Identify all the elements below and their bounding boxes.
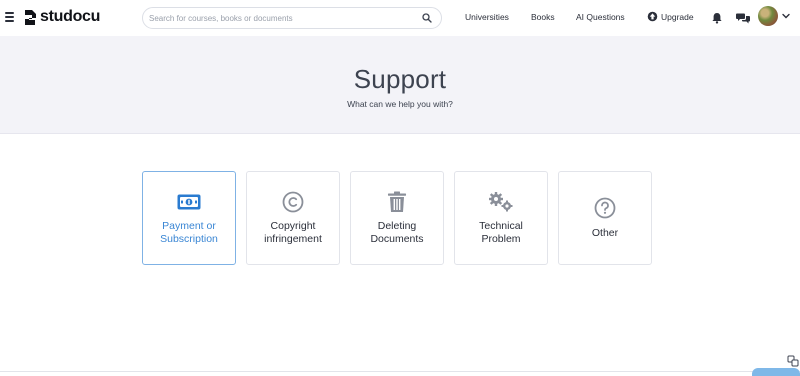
category-label: Deleting Documents xyxy=(370,220,424,245)
nav-ai-questions-link[interactable]: AI Questions xyxy=(576,12,625,22)
chat-icon[interactable] xyxy=(736,12,750,24)
upgrade-link[interactable]: Upgrade xyxy=(647,11,694,22)
support-hero: Support What can we help you with? xyxy=(0,36,800,134)
category-copyright-card[interactable]: Copyright infringement xyxy=(246,171,340,265)
category-other-card[interactable]: Other xyxy=(558,171,652,265)
footer-divider xyxy=(0,371,800,372)
category-technical-card[interactable]: Technical Problem xyxy=(454,171,548,265)
search-bar[interactable] xyxy=(142,7,442,29)
bell-icon[interactable] xyxy=(711,12,723,24)
chevron-down-icon[interactable] xyxy=(782,13,790,19)
translate-icon[interactable] xyxy=(787,355,799,367)
page-subtitle: What can we help you with? xyxy=(347,99,453,109)
upgrade-icon xyxy=(647,11,658,22)
question-icon xyxy=(559,197,651,219)
category-payment-card[interactable]: Payment or Subscription xyxy=(142,171,236,265)
nav-books-link[interactable]: Books xyxy=(531,12,555,22)
logo-text: studocu xyxy=(40,8,101,25)
top-navigation-bar: studocu Universities Books AI Questions … xyxy=(0,0,800,36)
logo[interactable]: studocu xyxy=(23,8,100,26)
search-input[interactable] xyxy=(143,8,403,29)
page-title: Support xyxy=(353,64,447,94)
trash-icon xyxy=(351,191,443,213)
gears-icon xyxy=(455,191,547,213)
category-label: Technical Problem xyxy=(479,220,523,245)
upgrade-label: Upgrade xyxy=(661,11,694,22)
user-avatar[interactable] xyxy=(758,6,778,26)
category-label: Payment or Subscription xyxy=(160,220,218,245)
category-label: Copyright infringement xyxy=(264,220,322,245)
search-icon[interactable] xyxy=(422,13,432,23)
copyright-icon xyxy=(247,191,339,213)
hamburger-icon[interactable] xyxy=(5,12,14,22)
help-widget-tab[interactable] xyxy=(752,368,800,376)
studocu-logo-icon xyxy=(25,9,36,25)
money-bill-icon xyxy=(143,194,235,210)
category-label: Other xyxy=(591,227,619,239)
nav-universities-link[interactable]: Universities xyxy=(465,12,509,22)
category-deleting-card[interactable]: Deleting Documents xyxy=(350,171,444,265)
